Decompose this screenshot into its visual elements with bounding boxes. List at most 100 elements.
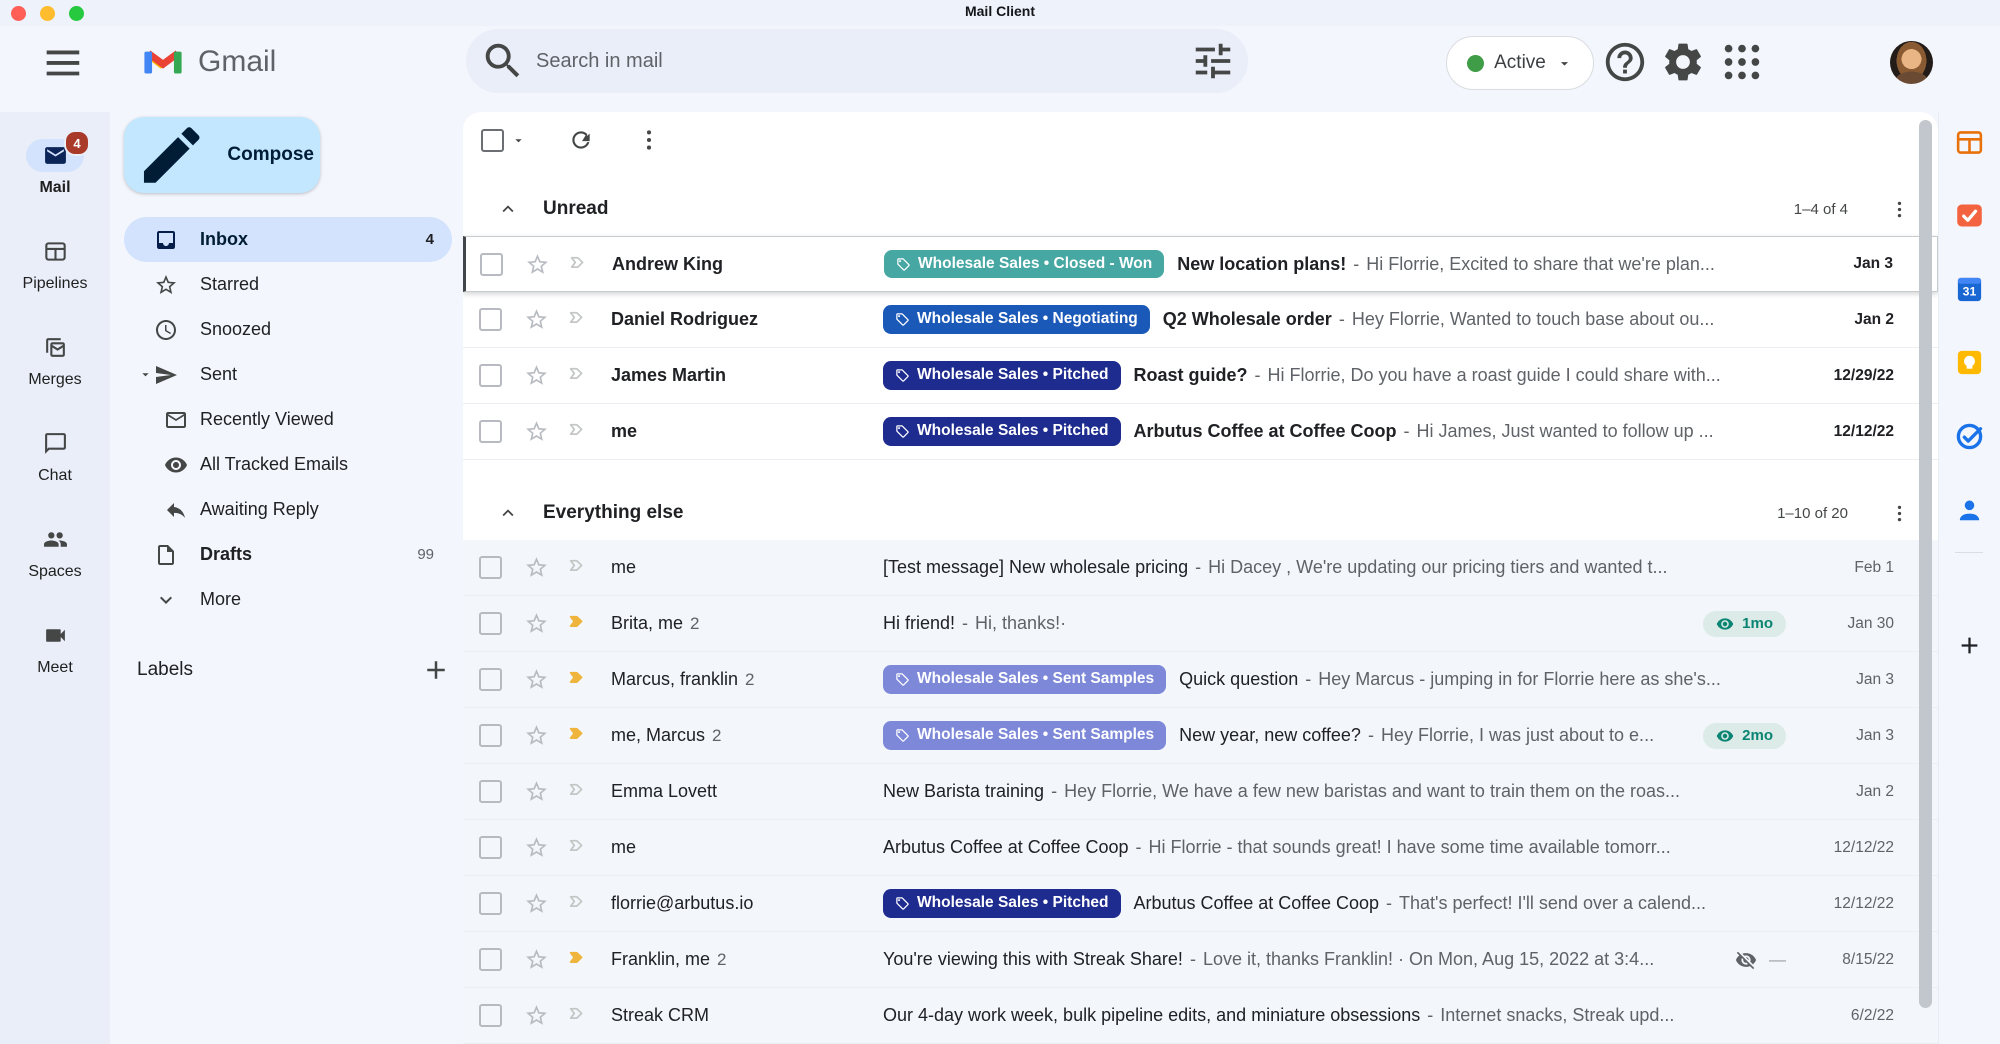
sidebar-item-inbox[interactable]: Inbox4 [124,217,452,262]
search-button[interactable] [480,38,526,84]
email-row[interactable]: Franklin, me2You're viewing this with St… [463,932,1938,988]
email-row[interactable]: Daniel RodriguezWholesale Sales • Negoti… [463,292,1938,348]
row-checkbox[interactable] [479,668,502,691]
importance-marker-icon[interactable] [566,611,591,636]
email-row[interactable]: Marcus, franklin2Wholesale Sales • Sent … [463,652,1938,708]
sidebar-item-drafts[interactable]: Drafts99 [124,532,452,577]
pipeline-stage-badge[interactable]: Wholesale Sales • Negotiating [883,305,1150,334]
sidebar-item-snoozed[interactable]: Snoozed [124,307,452,352]
settings-button[interactable] [1660,39,1706,85]
star-icon[interactable] [524,419,549,444]
sidebar-item-starred[interactable]: Starred [124,262,452,307]
google-calendar-icon[interactable]: 31 [1952,272,1986,306]
rail-item-pipelines[interactable]: Pipelines [0,235,110,331]
star-icon[interactable] [524,835,549,860]
importance-marker-icon[interactable] [566,1003,591,1028]
create-label-button[interactable] [421,655,451,685]
rail-item-spaces[interactable]: Spaces [0,523,110,619]
star-icon[interactable] [524,363,549,388]
rail-item-merges[interactable]: Merges [0,331,110,427]
star-icon[interactable] [524,1003,549,1028]
vertical-scrollbar[interactable] [1919,120,1932,1008]
sidebar-item-recently-viewed[interactable]: Recently Viewed [124,397,452,442]
more-options-button[interactable] [636,127,662,153]
email-tracking-badge[interactable]: 2mo [1703,723,1786,749]
row-checkbox[interactable] [480,253,503,276]
importance-marker-icon[interactable] [566,363,591,388]
importance-marker-icon[interactable] [566,947,591,972]
row-checkbox[interactable] [479,556,502,579]
importance-marker-icon[interactable] [566,779,591,804]
section-more-button[interactable] [1888,502,1910,524]
star-icon[interactable] [524,667,549,692]
row-checkbox[interactable] [479,948,502,971]
row-checkbox[interactable] [479,364,502,387]
main-menu-button[interactable] [39,39,85,85]
streak-pipelines-icon[interactable] [1952,125,1986,159]
star-icon[interactable] [524,779,549,804]
email-tracking-badge[interactable]: 1mo [1703,611,1786,637]
rail-item-mail[interactable]: 4Mail [0,139,110,235]
email-row[interactable]: Emma LovettNew Barista training-Hey Flor… [463,764,1938,820]
email-row[interactable]: Streak CRMOur 4-day work week, bulk pipe… [463,988,1938,1044]
search-filter-button[interactable] [1190,38,1236,84]
row-checkbox[interactable] [479,1004,502,1027]
email-row[interactable]: Andrew KingWholesale Sales • Closed - Wo… [463,236,1938,292]
email-row[interactable]: meArbutus Coffee at Coffee Coop-Hi Florr… [463,820,1938,876]
collapse-section-button[interactable] [497,502,519,524]
pipeline-stage-badge[interactable]: Wholesale Sales • Sent Samples [883,721,1166,750]
importance-marker-icon[interactable] [566,891,591,916]
pipeline-stage-badge[interactable]: Wholesale Sales • Closed - Won [884,250,1164,279]
star-icon[interactable] [524,723,549,748]
row-checkbox[interactable] [479,780,502,803]
refresh-button[interactable] [568,127,594,153]
collapse-section-button[interactable] [497,198,519,220]
row-checkbox[interactable] [479,892,502,915]
sidebar-item-all-tracked-emails[interactable]: All Tracked Emails [124,442,452,487]
search-bar[interactable] [466,29,1248,93]
importance-marker-icon[interactable] [566,667,591,692]
pipeline-stage-badge[interactable]: Wholesale Sales • Pitched [883,889,1121,918]
search-input[interactable] [534,49,1190,74]
account-avatar[interactable] [1890,41,1933,84]
sidebar-item-awaiting-reply[interactable]: Awaiting Reply [124,487,452,532]
email-row[interactable]: meWholesale Sales • PitchedArbutus Coffe… [463,404,1938,460]
row-checkbox[interactable] [479,308,502,331]
star-icon[interactable] [524,611,549,636]
compose-button[interactable]: Compose [124,117,320,193]
star-icon[interactable] [524,947,549,972]
email-row[interactable]: me, Marcus2Wholesale Sales • Sent Sample… [463,708,1938,764]
google-contacts-icon[interactable] [1952,493,1986,527]
select-dropdown-caret[interactable] [511,133,526,148]
row-checkbox[interactable] [479,724,502,747]
importance-marker-icon[interactable] [566,835,591,860]
row-checkbox[interactable] [479,836,502,859]
star-icon[interactable] [524,891,549,916]
row-checkbox[interactable] [479,612,502,635]
star-icon[interactable] [524,307,549,332]
sidebar-item-more[interactable]: More [124,577,452,622]
pipeline-stage-badge[interactable]: Wholesale Sales • Pitched [883,361,1121,390]
google-apps-button[interactable] [1719,39,1765,85]
email-row[interactable]: Brita, me2Hi friend!-Hi, thanks!·1moJan … [463,596,1938,652]
sidebar-item-sent[interactable]: Sent [124,352,452,397]
email-row[interactable]: me[Test message] New wholesale pricing-H… [463,540,1938,596]
row-checkbox[interactable] [479,420,502,443]
importance-marker-icon[interactable] [567,252,592,277]
pipeline-stage-badge[interactable]: Wholesale Sales • Sent Samples [883,665,1166,694]
rail-item-chat[interactable]: Chat [0,427,110,523]
select-all-checkbox[interactable] [481,129,504,152]
expander-caret-icon[interactable] [138,367,154,382]
pipeline-stage-badge[interactable]: Wholesale Sales • Pitched [883,417,1121,446]
google-keep-icon[interactable] [1952,345,1986,379]
streak-email-tracking-icon[interactable] [1952,198,1986,232]
email-row[interactable]: florrie@arbutus.ioWholesale Sales • Pitc… [463,876,1938,932]
importance-marker-icon[interactable] [566,555,591,580]
help-button[interactable] [1602,39,1648,85]
add-addon-button[interactable] [1956,632,1983,659]
star-icon[interactable] [525,252,550,277]
importance-marker-icon[interactable] [566,307,591,332]
star-icon[interactable] [524,555,549,580]
section-more-button[interactable] [1888,198,1910,220]
importance-marker-icon[interactable] [566,723,591,748]
